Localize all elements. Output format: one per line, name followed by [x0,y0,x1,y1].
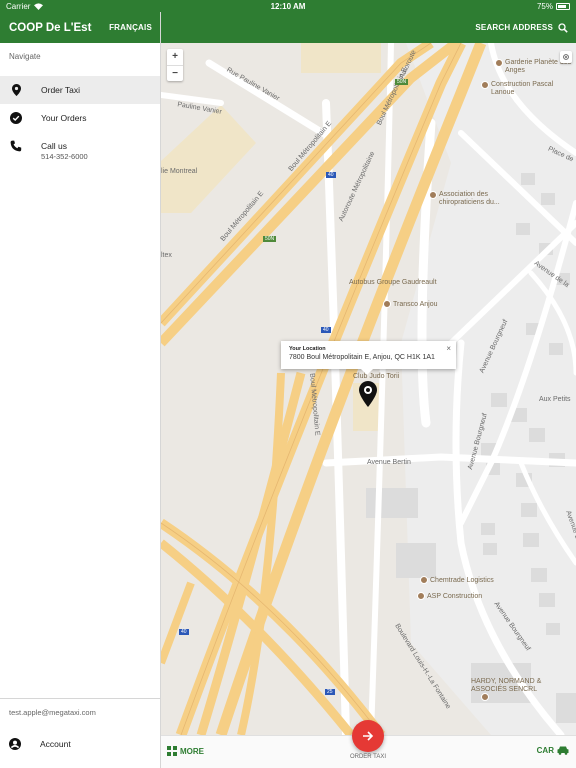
phone-number: 514-352-6000 [41,152,88,161]
location-info-window: Your Location 7800 Boul Métropolitain E,… [281,341,456,375]
poi-icon [429,191,437,199]
sidebar-item-order-taxi[interactable]: Order Taxi [0,76,160,104]
my-location-button[interactable] [560,51,572,63]
user-email: test.apple@megataxi.com [9,708,96,717]
place-marker[interactable]: Construction Pascal Lanoue [481,81,556,97]
poi-icon [481,693,489,701]
account-button[interactable]: Account [0,733,160,755]
poi-icon [383,300,391,308]
poi-icon [417,592,425,600]
account-label: Account [40,739,71,749]
location-pin-icon [10,84,22,96]
street-label: Aux Petits [539,396,571,403]
place-label: Construction Pascal Lanoue [491,81,554,96]
place-marker[interactable]: Association des chiropraticiens du... [429,191,515,207]
sidebar-header: COOP De L'Est FRANÇAIS [0,12,160,43]
car-button[interactable]: CAR [537,746,569,755]
map-view[interactable]: Rue Pauline Vanier Pauline Vanier Boul M… [161,43,576,735]
place-label: Association des chiropraticiens du... [439,191,500,206]
battery-icon [556,2,570,10]
more-button[interactable]: MORE [167,746,204,756]
street-label: lie Montreal [161,168,198,175]
car-icon [557,746,569,755]
search-icon[interactable] [558,22,568,33]
sidebar-item-call-us[interactable]: Call us 514-352-6000 [0,132,160,168]
place-label: Chemtrade Logistics [430,576,494,584]
street-label: ltex [161,252,172,259]
location-pin-marker-icon[interactable] [359,381,377,407]
sidebar-item-your-orders[interactable]: Your Orders [0,104,160,132]
zoom-control: + − [167,49,183,81]
route-shield: 40 [179,629,189,635]
info-title: Your Location [289,346,326,352]
crosshair-icon [563,54,569,60]
route-shield: 40 [321,327,331,333]
close-icon[interactable]: × [446,344,451,353]
zoom-in-button[interactable]: + [167,49,183,65]
route-shield: 40 [326,172,336,178]
check-circle-icon [10,112,22,124]
poi-icon [495,59,503,67]
place-label: Autobus Groupe Gaudreault [349,279,437,286]
car-label: CAR [536,746,554,755]
order-taxi-button[interactable] [352,720,384,752]
place-marker[interactable]: Chemtrade Logistics [420,576,494,585]
search-address-button[interactable]: SEARCH ADDRESS [475,23,553,32]
poi-icon [420,576,428,584]
app-bar: SEARCH ADDRESS [161,12,576,43]
place-label: Club Judo Torii [353,373,400,380]
brand-title: COOP De L'Est [9,21,92,34]
status-bar: Carrier 12:10 AM 75% [0,0,576,12]
info-address: 7800 Boul Métropolitain E, Anjou, QC H1K… [289,354,435,361]
nav-heading: Navigate [9,52,41,61]
sidebar-footer: test.apple@megataxi.com Account [0,698,160,768]
clock: 12:10 AM [270,1,306,11]
route-shield: 50N [395,79,409,85]
place-label: HARDY, NORMAND & ASSOCIÉS SENCRL [471,678,542,693]
phone-icon [10,140,22,152]
language-button[interactable]: FRANÇAIS [109,23,152,32]
sidebar-item-label: Order Taxi [41,85,81,95]
more-label: MORE [180,746,204,756]
place-label: Transco Anjou [393,300,438,308]
more-grid-icon [167,746,177,756]
zoom-out-button[interactable]: − [167,64,183,82]
route-shield: 50N [263,236,277,242]
sidebar: COOP De L'Est FRANÇAIS Navigate Order Ta… [0,12,161,768]
arrow-right-icon [363,731,374,741]
place-label: ASP Construction [427,592,483,600]
sidebar-item-label: Your Orders [41,113,87,123]
poi-icon [481,81,489,89]
route-shield: 25 [325,689,335,695]
bottom-bar: MORE ORDER TAXI CAR [161,720,576,768]
place-marker[interactable]: ASP Construction [417,592,482,601]
place-marker[interactable]: Transco Anjou [383,300,438,309]
account-circle-icon [9,738,21,750]
street-label: Avenue Bertin [367,459,411,466]
sidebar-item-label: Call us [41,141,67,151]
order-taxi-label: ORDER TAXI [349,754,387,760]
